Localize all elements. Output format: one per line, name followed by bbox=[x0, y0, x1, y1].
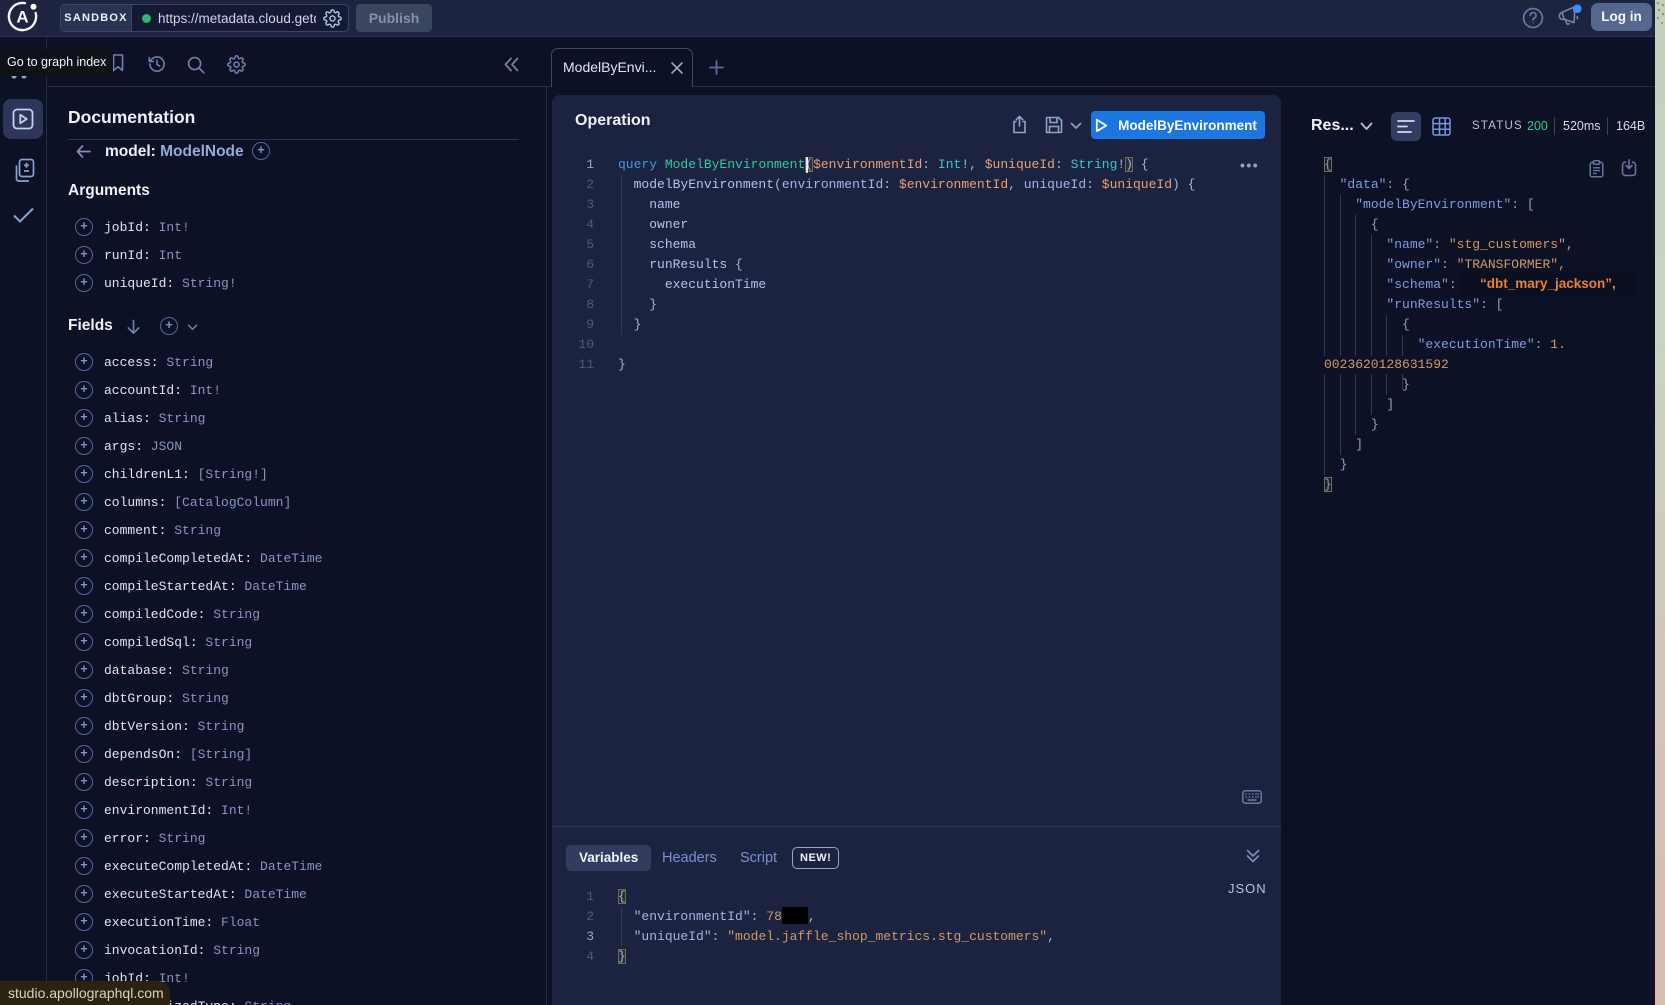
svg-text:A: A bbox=[16, 8, 28, 27]
